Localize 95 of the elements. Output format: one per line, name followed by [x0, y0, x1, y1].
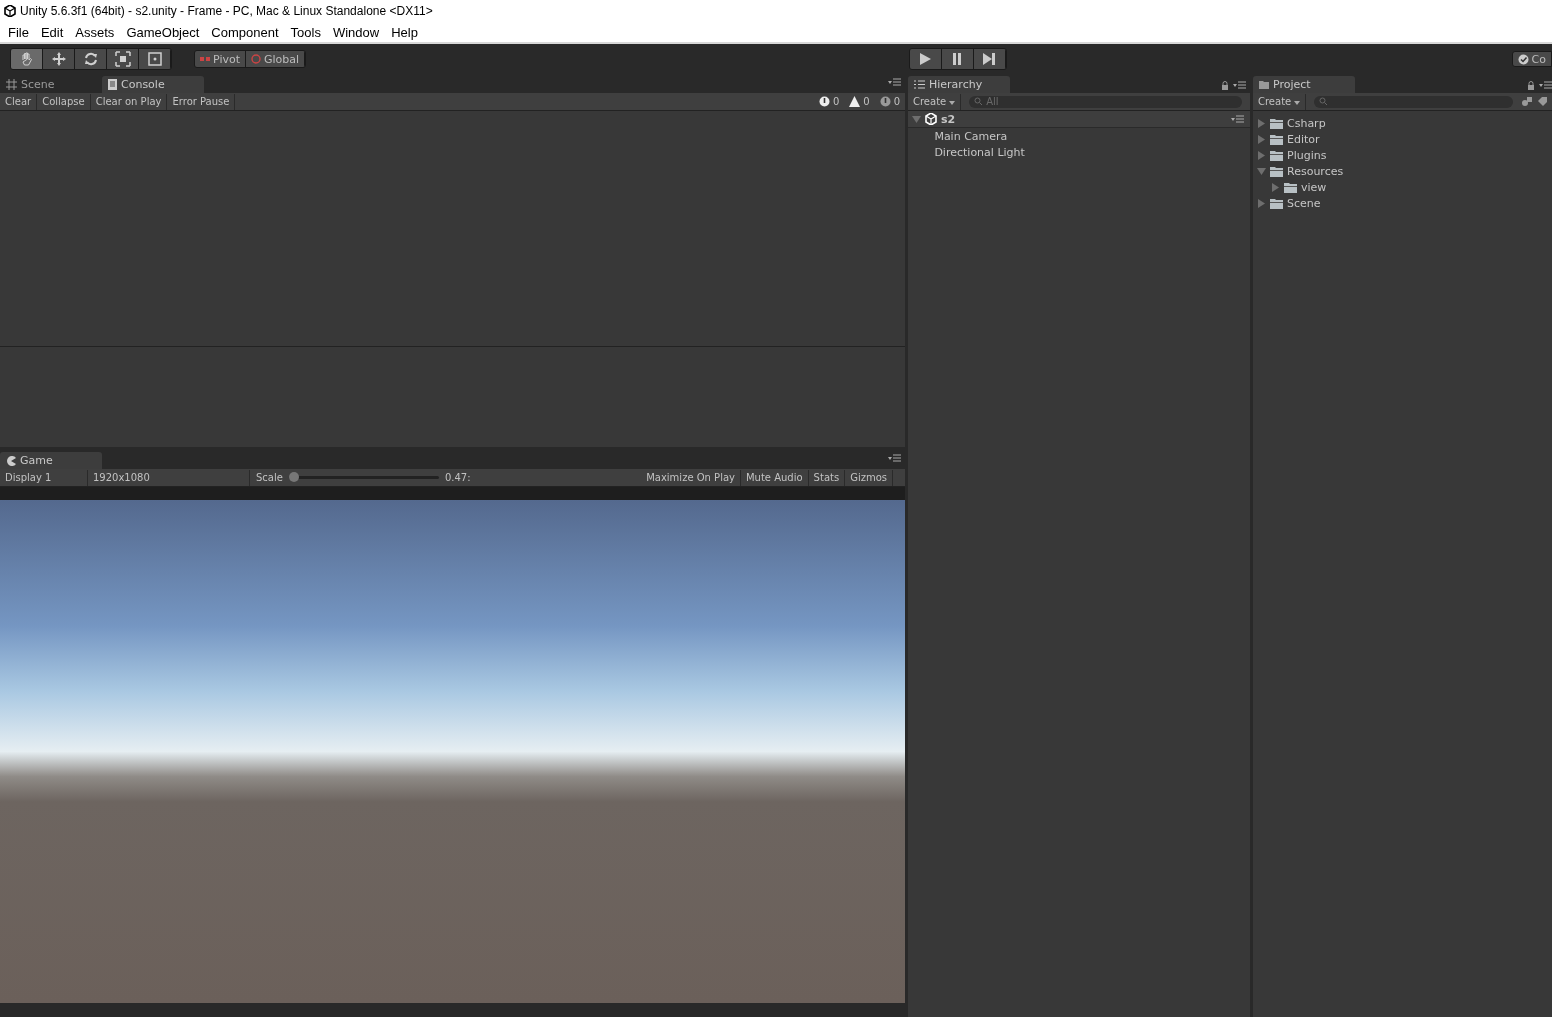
step-icon [982, 52, 997, 66]
search-icon [1319, 97, 1329, 106]
globe-icon [251, 54, 261, 64]
folder-icon [1259, 80, 1269, 89]
tool-button[interactable] [107, 49, 139, 69]
pause-icon [951, 52, 964, 66]
folder-label[interactable]: Resources [1287, 164, 1344, 178]
menu-item[interactable]: Component [205, 24, 285, 40]
panel-menu-icon[interactable] [1233, 81, 1246, 89]
unity-logo-icon [925, 113, 937, 125]
info-icon [818, 96, 830, 107]
panel-tab[interactable]: Console [102, 76, 204, 93]
panel-tab[interactable]: Scene [0, 76, 102, 93]
rect-tool-icon [146, 51, 163, 67]
error-icon [879, 96, 891, 107]
grid-icon [6, 79, 17, 90]
folder-label[interactable]: Scene [1287, 196, 1321, 210]
play-icon [918, 52, 933, 66]
tool-button[interactable] [139, 49, 171, 69]
rotate-icon [82, 51, 99, 67]
menu-item[interactable]: Window [326, 24, 386, 40]
console-toolbar-button[interactable]: Clear [0, 93, 38, 110]
create-dropdown[interactable]: Create [908, 93, 962, 110]
scale-value: 0.47: [444, 472, 471, 483]
window-title: Unity 5.6.3f1 (64bit) - s2.unity - Frame - PC, Mac & Linux Standalone <DX11> [20, 4, 433, 18]
count-text: 0 [893, 96, 900, 107]
move-arrows-icon [50, 51, 67, 67]
menu-item[interactable]: GameObject [120, 24, 206, 40]
scene-name[interactable]: s2 [941, 112, 956, 126]
game-toolbar-button[interactable]: Maximize On Play [641, 469, 741, 486]
panel-menu-icon[interactable] [1539, 81, 1552, 89]
lock-icon[interactable] [1527, 81, 1535, 90]
resolution-dropdown[interactable]: 1920x1080 [88, 469, 250, 486]
tag-icon[interactable] [1537, 96, 1548, 107]
folder-icon [1270, 165, 1283, 177]
global-button[interactable]: Global [246, 51, 306, 67]
console-toolbar-button[interactable]: Error Pause [167, 93, 236, 110]
game-toolbar-button[interactable]: Mute Audio [740, 469, 809, 486]
tool-button[interactable] [75, 49, 107, 69]
folder-icon [1270, 133, 1283, 145]
tool-button[interactable] [43, 49, 75, 69]
folder-label[interactable]: view [1301, 180, 1327, 194]
unity-logo-icon [4, 5, 16, 17]
menu-item[interactable]: Help [385, 24, 424, 40]
collab-button[interactable]: Co [1511, 51, 1552, 67]
folder-icon [1270, 117, 1283, 129]
search-field[interactable] [1314, 95, 1513, 108]
console-counter[interactable]: 0 [813, 96, 845, 107]
pivot-icon [200, 56, 210, 62]
count-text: 0 [832, 96, 840, 107]
menu-item[interactable]: Edit [34, 24, 70, 40]
filter-type-icon[interactable] [1521, 96, 1533, 107]
console-toolbar-button[interactable]: Clear on Play [90, 93, 168, 110]
menu-item[interactable]: Assets [69, 24, 121, 40]
play-button[interactable] [909, 49, 942, 69]
caret-icon [1294, 101, 1301, 105]
scale-icon [114, 51, 131, 67]
create-dropdown[interactable]: Create [1253, 93, 1307, 110]
menu-item[interactable]: Tools [284, 24, 327, 40]
warning-icon [849, 96, 861, 107]
panel-menu-icon[interactable] [1231, 115, 1244, 123]
tool-button[interactable] [11, 49, 43, 69]
hierarchy-tab[interactable]: Hierarchy [908, 76, 1010, 93]
display-dropdown[interactable]: Display 1 [0, 469, 88, 486]
console-toolbar-button[interactable]: Collapse [37, 93, 91, 110]
step-button[interactable] [973, 49, 1006, 69]
folder-icon [1270, 197, 1283, 209]
game-toolbar-button[interactable]: Gizmos [845, 469, 893, 486]
list-icon [914, 80, 925, 89]
console-counter[interactable]: 0 [874, 96, 905, 107]
hierarchy-item[interactable]: Directional Light [934, 145, 1025, 159]
panel-menu-icon[interactable] [888, 454, 901, 462]
search-icon [974, 97, 984, 106]
pause-button[interactable] [941, 49, 974, 69]
folder-label[interactable]: Plugins [1287, 148, 1327, 162]
pivot-button[interactable]: Pivot [195, 51, 246, 67]
scale-label: Scale [256, 472, 283, 483]
caret-icon [949, 101, 956, 105]
hierarchy-item[interactable]: Main Camera [934, 129, 1008, 143]
game-toolbar-button[interactable]: Stats [808, 469, 846, 486]
console-counter[interactable]: 0 [844, 96, 875, 107]
lock-icon[interactable] [1221, 81, 1229, 90]
console-icon [108, 79, 117, 90]
menu-item[interactable]: File [2, 24, 35, 40]
scale-slider-thumb[interactable] [288, 472, 299, 482]
project-tab[interactable]: Project [1253, 76, 1355, 93]
folder-icon [1284, 181, 1297, 193]
panel-menu-icon[interactable] [888, 78, 901, 86]
folder-label[interactable]: Csharp [1287, 116, 1326, 130]
folder-icon [1270, 149, 1283, 161]
folder-label[interactable]: Editor [1287, 132, 1320, 146]
game-tab[interactable]: Game [0, 452, 102, 469]
count-text: 0 [863, 96, 870, 107]
pacman-icon [6, 455, 16, 466]
check-icon [1517, 53, 1529, 65]
